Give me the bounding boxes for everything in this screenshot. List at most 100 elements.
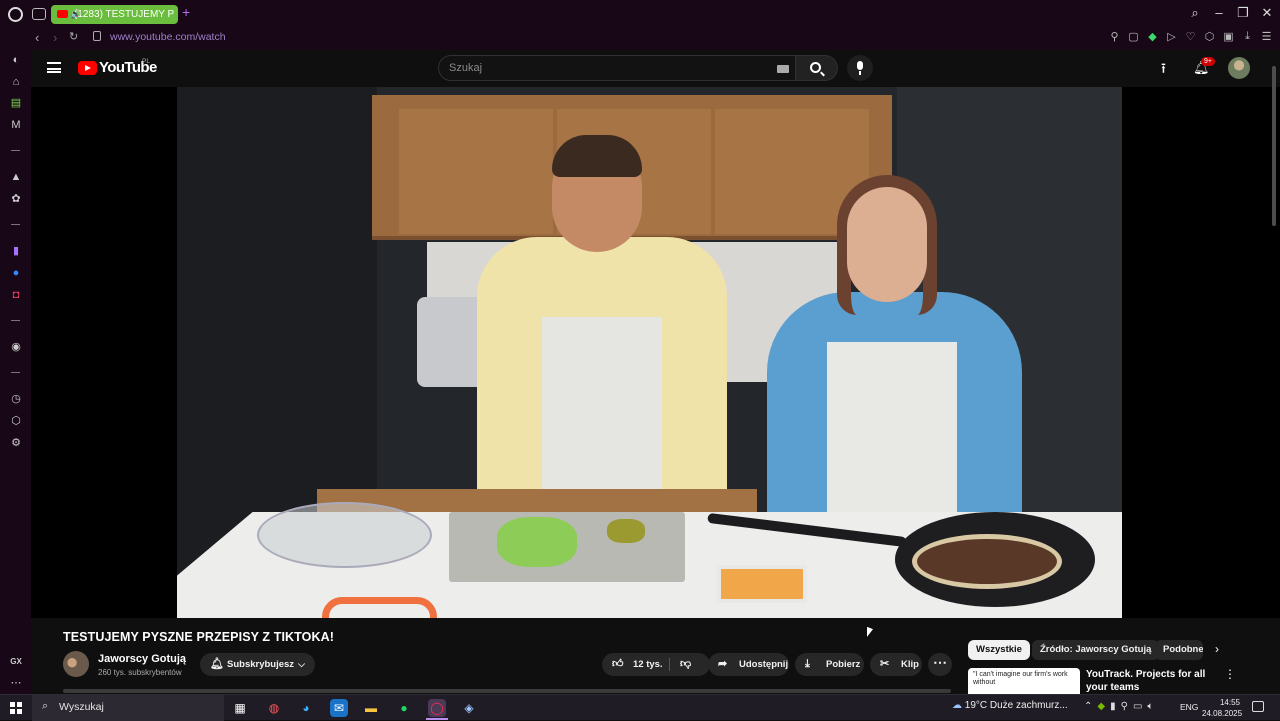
clip-button[interactable]: ✂ Klip xyxy=(870,653,922,676)
clock[interactable]: 14:55 24.08.2025 xyxy=(1202,697,1243,719)
taskbar-search[interactable]: ⌕ Wyszukaj xyxy=(32,695,224,721)
video-scene xyxy=(542,317,662,517)
flows-icon[interactable]: ⌂ xyxy=(10,76,22,88)
new-tab-button[interactable]: + xyxy=(182,4,190,20)
page-scrollbar[interactable] xyxy=(1271,56,1277,692)
chevron-up-icon[interactable]: ⌃ xyxy=(1084,701,1092,712)
recommendation-thumbnail[interactable]: "I can't imagine our firm's work without xyxy=(968,668,1080,694)
gx-corner-icon[interactable]: GX xyxy=(10,656,22,668)
twitch-icon[interactable]: ▮ xyxy=(10,245,22,257)
more-actions-button[interactable]: ⋯ xyxy=(928,653,952,676)
url-field[interactable]: www.youtube.com/watch xyxy=(110,31,226,43)
tab-strip: 🔊 (1283) TESTUJEMY P + ⌕ – ❐ ✕ xyxy=(0,0,1280,28)
share-icon: ➦ xyxy=(718,658,728,670)
volume-icon[interactable]: 🔈︎ xyxy=(1147,701,1153,712)
chevron-right-icon[interactable]: › xyxy=(1215,642,1219,656)
player-icon[interactable]: ◉ xyxy=(10,341,22,353)
music-icon[interactable]: M xyxy=(10,119,22,131)
account-avatar[interactable] xyxy=(1228,57,1250,79)
heart-icon[interactable]: ♡ xyxy=(1185,30,1196,43)
chatgpt-icon[interactable]: ✿ xyxy=(10,193,22,205)
search-button[interactable] xyxy=(796,55,838,81)
download-label: Pobierz xyxy=(826,659,861,670)
instagram-icon[interactable]: ◘ xyxy=(10,289,22,301)
opera-gx-taskbar-icon[interactable]: ◯ xyxy=(428,699,446,717)
messenger-icon[interactable]: ● xyxy=(10,267,22,279)
dislike-button[interactable]: 👎︎ xyxy=(680,653,691,676)
share-button[interactable]: ➦ Udostępnij xyxy=(708,653,789,676)
minimize-button[interactable]: – xyxy=(1212,5,1226,21)
chip-all[interactable]: Wszystkie xyxy=(968,640,1030,660)
microphone-icon[interactable]: ▮ xyxy=(1110,701,1116,712)
nvidia-icon[interactable]: ◆ xyxy=(1097,701,1105,712)
sidebar-divider xyxy=(11,224,20,225)
download-arrow-icon: ⤓ xyxy=(805,658,810,670)
chip-channel-source[interactable]: Źródło: Jaworscy Gotują xyxy=(1032,640,1160,660)
video-scene xyxy=(552,135,642,177)
spotify-icon[interactable]: ● xyxy=(395,699,413,717)
network-icon[interactable]: ▭ xyxy=(1133,701,1142,712)
search-input[interactable] xyxy=(449,56,769,80)
guide-menu-icon[interactable] xyxy=(47,62,61,73)
chrome-like-icon[interactable]: ◍ xyxy=(265,699,283,717)
settings-icon[interactable]: ⚙ xyxy=(10,437,22,449)
download-icon[interactable]: ⤓ xyxy=(1242,30,1253,43)
back-icon[interactable]: ‹ xyxy=(35,30,39,45)
sidebar-divider xyxy=(11,320,20,321)
shield-icon[interactable]: ◆ xyxy=(1147,30,1158,43)
youtube-logo-icon[interactable] xyxy=(78,61,97,75)
play-icon[interactable]: ▷ xyxy=(1166,30,1177,43)
close-window-button[interactable]: ✕ xyxy=(1260,5,1274,21)
outlook-icon[interactable]: ✉ xyxy=(330,699,348,717)
usb-icon[interactable]: ⚲ xyxy=(1121,701,1128,712)
restore-button[interactable]: ❐ xyxy=(1236,5,1250,21)
tab-youtube[interactable]: 🔊 (1283) TESTUJEMY P xyxy=(51,5,178,24)
steam-icon[interactable]: ◈ xyxy=(460,699,478,717)
tab-manager-icon[interactable] xyxy=(32,8,46,20)
upload-icon[interactable]: ⭱ xyxy=(1161,61,1166,75)
opera-gx-logo-icon[interactable] xyxy=(8,7,23,22)
extensions-sidebar-icon[interactable]: ⬡ xyxy=(10,415,22,427)
video-player[interactable] xyxy=(31,87,1280,618)
clock-time: 14:55 xyxy=(1219,698,1240,707)
forward-icon[interactable]: › xyxy=(53,30,57,45)
snapshot-icon[interactable]: ▢ xyxy=(1128,30,1139,43)
windows-start-icon[interactable] xyxy=(10,702,22,714)
reload-icon[interactable]: ↻ xyxy=(69,30,78,43)
speaker-icon[interactable]: 🔊 xyxy=(70,5,81,24)
extensions-icon[interactable]: ⬡ xyxy=(1204,30,1215,43)
recommendation-menu-icon[interactable]: ⋮ xyxy=(1224,667,1236,681)
download-button[interactable]: ⤓ Pobierz xyxy=(795,653,864,676)
extensions-bar: ⚲ ▢ ◆ ▷ ♡ ⬡ ▣ ⤓ ☰ xyxy=(1109,30,1272,43)
edge-icon[interactable]: ◕ xyxy=(297,699,315,717)
video-frame[interactable] xyxy=(177,87,1122,618)
chip-similar[interactable]: Podobne xyxy=(1155,640,1203,660)
language-indicator[interactable]: ENG xyxy=(1180,702,1198,712)
wallet-icon[interactable]: ▣ xyxy=(1223,30,1234,43)
subscribe-button[interactable]: 🔔︎ Subskrybujesz ⌵ xyxy=(200,653,315,676)
keyboard-icon[interactable] xyxy=(777,65,789,73)
like-button[interactable]: 👍︎ 12 tys. 👎︎ xyxy=(602,653,710,676)
youtube-header: YouTube PL ⭱ 🔔︎ 9+ xyxy=(31,50,1280,87)
task-view-icon[interactable]: ▦ xyxy=(231,699,249,717)
video-scene xyxy=(607,519,645,543)
notifications-icon[interactable] xyxy=(1252,701,1264,712)
voice-search-button[interactable] xyxy=(847,55,873,81)
more-sidebar-icon[interactable]: ⋯ xyxy=(10,677,22,689)
region-code: PL xyxy=(142,58,150,65)
speed-dial-icon[interactable]: ◐ xyxy=(10,54,22,66)
control-icon[interactable]: ▤ xyxy=(10,97,22,109)
weather-widget[interactable]: ☁ 19°C Duże zachmurz... xyxy=(952,700,1068,711)
search-tabs-icon[interactable]: ⌕ xyxy=(1188,5,1202,21)
lock-icon[interactable] xyxy=(93,31,101,41)
scrollbar-thumb[interactable] xyxy=(1272,66,1276,226)
file-explorer-icon[interactable]: ▬ xyxy=(362,699,380,717)
channel-name[interactable]: Jaworscy Gotują xyxy=(98,653,186,665)
clock-date: 24.08.2025 xyxy=(1202,709,1243,718)
pin-icon[interactable]: ⚲ xyxy=(1109,30,1120,43)
aria-icon[interactable]: ▲ xyxy=(10,171,22,183)
channel-avatar[interactable] xyxy=(63,651,89,677)
menu-icon[interactable]: ☰ xyxy=(1261,30,1272,43)
history-icon[interactable]: ◷ xyxy=(10,393,22,405)
recommendation-title[interactable]: YouTrack. Projects for all your teams xyxy=(1086,668,1226,694)
